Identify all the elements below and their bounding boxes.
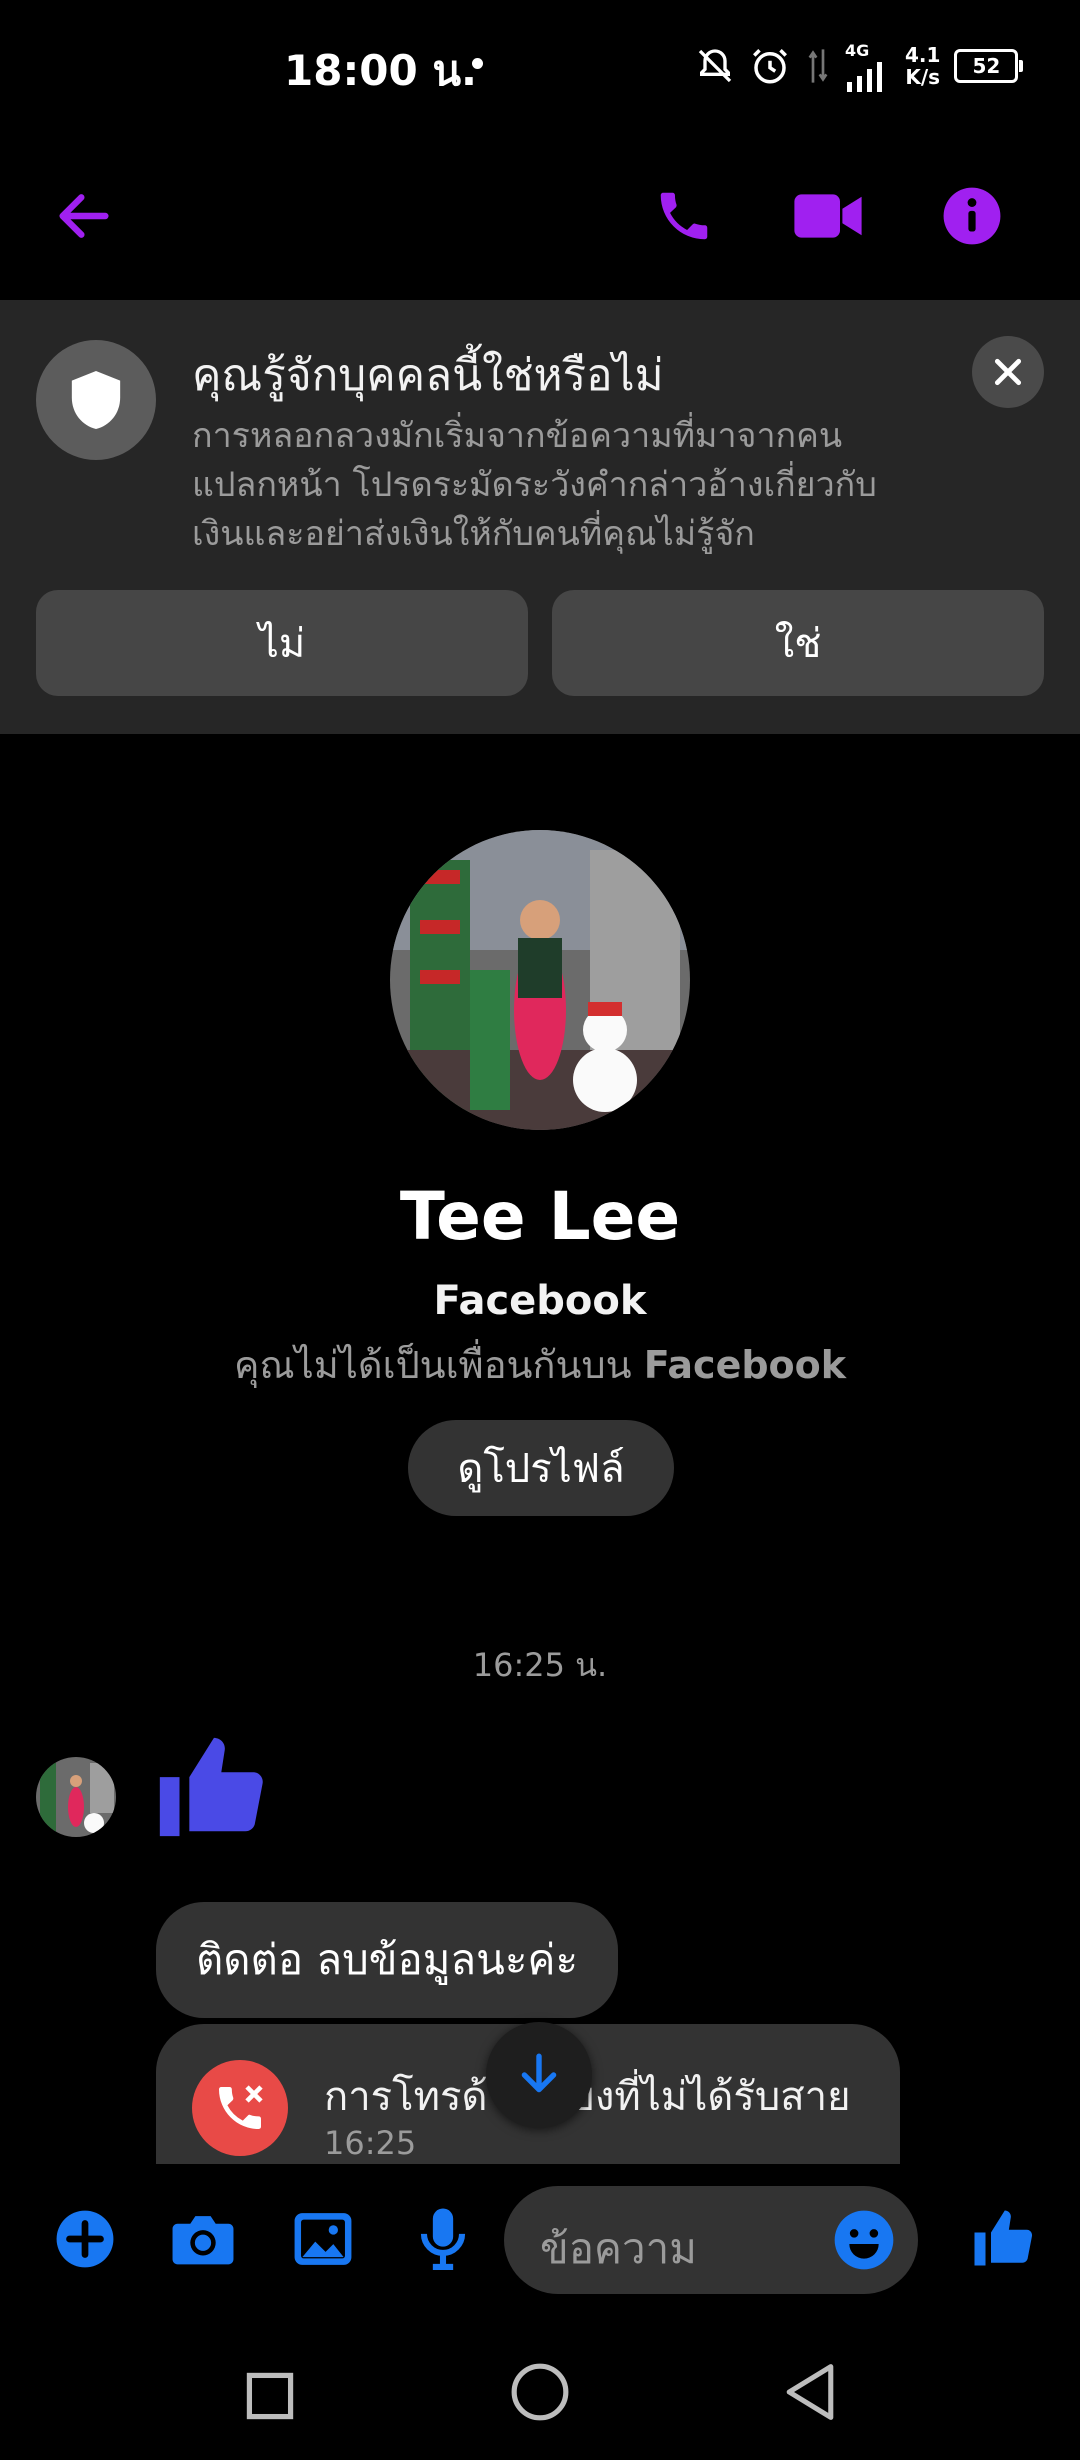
- send-like-button[interactable]: [964, 2198, 1040, 2278]
- friendship-status: คุณไม่ได้เป็นเพื่อนกันบน Facebook: [0, 1334, 1080, 1395]
- warning-body-line: แปลกหน้า โปรดระมัดระวังคำกล่าวอ้างเกี่ยว…: [192, 465, 877, 505]
- signal-icon: [847, 61, 882, 92]
- triangle-back-icon: [786, 2364, 834, 2420]
- yes-button[interactable]: ใช่: [552, 590, 1044, 696]
- data-transfer-icon: [808, 49, 828, 83]
- no-button[interactable]: ไม่: [36, 590, 528, 696]
- square-icon: [246, 2372, 294, 2420]
- warning-body: การหลอกลวงมักเริ่มจากข้อความที่มาจากคน แ…: [192, 412, 912, 559]
- recents-button[interactable]: [228, 2354, 312, 2438]
- status-time: 18:00 น.: [284, 46, 477, 95]
- camera-button[interactable]: [168, 2204, 238, 2274]
- shield-badge: [36, 340, 156, 460]
- back-button[interactable]: [44, 176, 124, 256]
- voice-message-button[interactable]: [408, 2204, 478, 2274]
- profile-photo: [390, 830, 690, 1130]
- message-timestamp: 16:25 น.: [472, 1646, 608, 1684]
- sender-avatar[interactable]: [36, 1757, 116, 1837]
- message-bubble[interactable]: ติดต่อ ลบข้อมูลนะค่ะ: [156, 1902, 619, 2018]
- profile-avatar[interactable]: [390, 830, 690, 1130]
- like-message[interactable]: [150, 1728, 268, 1846]
- message-input-placeholder: ข้อความ: [540, 2224, 697, 2273]
- contact-name: Tee Lee: [399, 1178, 681, 1255]
- message-input[interactable]: ข้อความ: [504, 2186, 918, 2294]
- thumbs-up-icon: [159, 1737, 263, 1837]
- shield-icon: [71, 371, 121, 429]
- sender-photo: [36, 1757, 116, 1837]
- warning-body-line: เงินและอย่าส่งเงินให้กับคนที่คุณไม่รู้จั…: [192, 514, 755, 554]
- network-speed: 4.1 K/s: [905, 44, 940, 88]
- status-icons: 4G 4.1 K/s 52: [695, 36, 1024, 96]
- friendship-status-platform: Facebook: [643, 1343, 847, 1387]
- network-type: 4G: [845, 40, 870, 60]
- gallery-button[interactable]: [288, 2204, 358, 2274]
- battery-level: 52: [972, 54, 1001, 78]
- circle-icon: [511, 2363, 569, 2421]
- warning-body-line: การหลอกลวงมักเริ่มจากข้อความที่มาจากคน: [192, 416, 843, 456]
- phone-icon: [660, 192, 708, 240]
- info-button[interactable]: [932, 176, 1012, 256]
- notification-dot: [472, 58, 483, 69]
- back-nav-button[interactable]: [768, 2350, 852, 2434]
- warning-title: คุณรู้จักบุคคลนี้ใช่หรือไม่: [192, 350, 664, 401]
- camera-icon: [172, 2216, 234, 2265]
- info-icon: [943, 187, 1001, 245]
- close-icon: [994, 358, 1022, 386]
- battery-icon: 52: [954, 49, 1024, 83]
- home-button[interactable]: [498, 2350, 582, 2434]
- friendship-status-text: คุณไม่ได้เป็นเพื่อนกันบน: [233, 1343, 632, 1387]
- speed-unit: K/s: [905, 65, 941, 89]
- smiley-icon: [834, 2210, 894, 2270]
- close-warning-button[interactable]: [972, 336, 1044, 408]
- missed-call-time: 16:25: [324, 2124, 417, 2162]
- plus-circle-icon: [56, 2210, 114, 2268]
- video-camera-icon: [794, 194, 862, 238]
- microphone-icon: [420, 2208, 466, 2270]
- bell-off-icon: [698, 49, 732, 83]
- more-actions-button[interactable]: [50, 2204, 120, 2274]
- voice-call-button[interactable]: [644, 176, 724, 256]
- contact-platform: Facebook: [433, 1278, 647, 1324]
- thumbs-up-icon: [974, 2210, 1033, 2266]
- arrow-left-icon: [59, 194, 109, 238]
- alarm-icon: [753, 49, 787, 84]
- image-icon: [294, 2213, 352, 2265]
- arrow-down-icon: [521, 2053, 557, 2093]
- video-call-button[interactable]: [788, 176, 868, 256]
- missed-call-icon: [219, 2085, 263, 2129]
- scroll-to-bottom-button[interactable]: [486, 2022, 592, 2128]
- missed-call-badge: [192, 2060, 288, 2156]
- view-profile-button[interactable]: ดูโปรไฟล์: [408, 1420, 674, 1516]
- emoji-button[interactable]: [830, 2206, 898, 2274]
- speed-value: 4.1: [905, 43, 941, 67]
